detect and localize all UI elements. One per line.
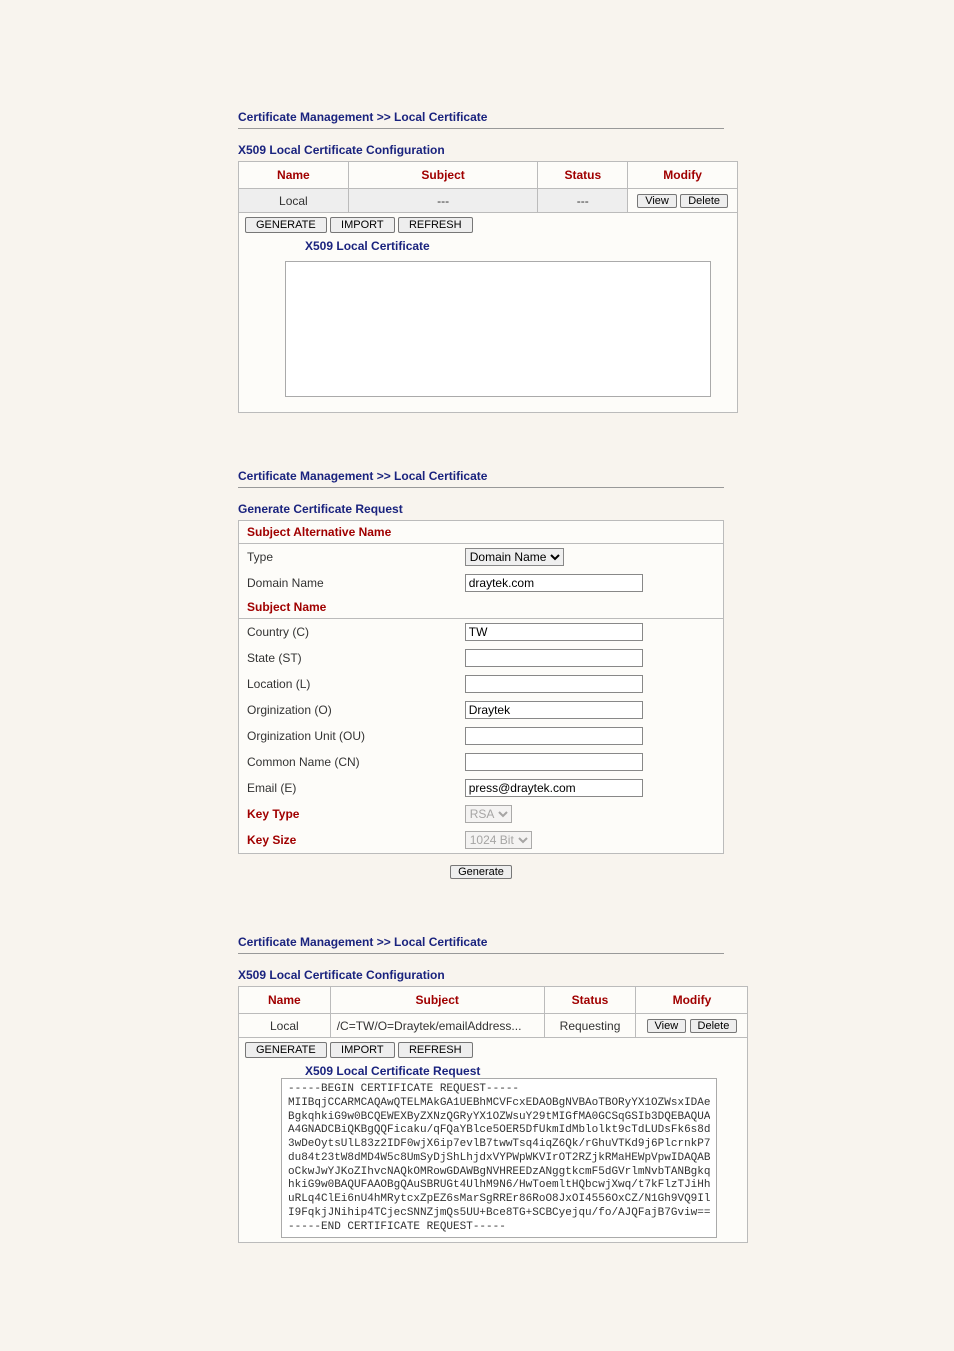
table-row: Local --- --- View Delete — [239, 189, 738, 213]
country-input[interactable] — [465, 623, 643, 641]
request-text: -----BEGIN CERTIFICATE REQUEST----- MIIB… — [288, 1083, 710, 1234]
cert-table-req: Name Subject Status Modify Local /C=TW/O… — [238, 986, 748, 1243]
generate-button[interactable]: GENERATE — [245, 1042, 327, 1058]
cert-table: Name Subject Status Modify Local --- ---… — [238, 161, 738, 413]
type-select[interactable]: Domain Name — [465, 548, 564, 566]
country-label: Country (C) — [239, 619, 457, 646]
action-row: GENERATE IMPORT REFRESH X509 Local Certi… — [239, 213, 738, 413]
divider — [238, 953, 724, 954]
type-label: Type — [239, 544, 457, 571]
cell-modify: View Delete — [636, 1014, 748, 1038]
import-button[interactable]: IMPORT — [330, 217, 395, 233]
loc-input[interactable] — [465, 675, 643, 693]
dn-label: Domain Name — [239, 570, 457, 596]
view-button[interactable]: View — [637, 194, 677, 208]
cn-input[interactable] — [465, 753, 643, 771]
cell-name: Local — [239, 1014, 331, 1038]
org-input[interactable] — [465, 701, 643, 719]
breadcrumb: Certificate Management >> Local Certific… — [238, 110, 724, 124]
keytype-label: Key Type — [239, 801, 457, 827]
email-label: Email (E) — [239, 775, 457, 801]
generate-form: Subject Alternative Name Type Domain Nam… — [238, 520, 724, 854]
view-button[interactable]: View — [647, 1019, 687, 1033]
cell-modify: View Delete — [628, 189, 738, 213]
generate-button[interactable]: GENERATE — [245, 217, 327, 233]
col-name: Name — [239, 987, 331, 1014]
keytype-select: RSA — [465, 805, 512, 823]
delete-button[interactable]: Delete — [690, 1019, 738, 1033]
col-modify: Modify — [628, 162, 738, 189]
divider — [238, 128, 724, 129]
cell-status: Requesting — [544, 1014, 636, 1038]
local-cert-title: X509 Local Certificate — [305, 239, 731, 253]
state-label: State (ST) — [239, 645, 457, 671]
cn-label: Common Name (CN) — [239, 749, 457, 775]
loc-label: Location (L) — [239, 671, 457, 697]
refresh-button[interactable]: REFRESH — [398, 1042, 473, 1058]
cert-textarea[interactable] — [285, 261, 711, 397]
cell-name: Local — [239, 189, 349, 213]
email-input[interactable] — [465, 779, 643, 797]
request-scrollbox[interactable]: -----BEGIN CERTIFICATE REQUEST----- MIIB… — [281, 1078, 717, 1238]
col-status: Status — [544, 987, 636, 1014]
action-row: GENERATE IMPORT REFRESH X509 Local Certi… — [239, 1038, 748, 1243]
table-row: Local /C=TW/O=Draytek/emailAddress... Re… — [239, 1014, 748, 1038]
import-button[interactable]: IMPORT — [330, 1042, 395, 1058]
delete-button[interactable]: Delete — [680, 194, 728, 208]
form-title: Generate Certificate Request — [238, 502, 724, 516]
request-title: X509 Local Certificate Request — [305, 1064, 741, 1078]
san-title: Subject Alternative Name — [239, 521, 724, 544]
col-status: Status — [538, 162, 628, 189]
keysize-select: 1024 Bit — [465, 831, 532, 849]
col-modify: Modify — [636, 987, 748, 1014]
section-title-config: X509 Local Certificate Configuration — [238, 143, 724, 157]
breadcrumb: Certificate Management >> Local Certific… — [238, 935, 724, 949]
org-label: Orginization (O) — [239, 697, 457, 723]
sn-title: Subject Name — [239, 596, 724, 619]
col-name: Name — [239, 162, 349, 189]
cell-subject: --- — [348, 189, 538, 213]
col-subject: Subject — [348, 162, 538, 189]
dn-input[interactable] — [465, 574, 643, 592]
state-input[interactable] — [465, 649, 643, 667]
generate-button[interactable]: Generate — [450, 865, 512, 879]
breadcrumb: Certificate Management >> Local Certific… — [238, 469, 724, 483]
refresh-button[interactable]: REFRESH — [398, 217, 473, 233]
section-title-config: X509 Local Certificate Configuration — [238, 968, 724, 982]
ou-input[interactable] — [465, 727, 643, 745]
ou-label: Orginization Unit (OU) — [239, 723, 457, 749]
cell-status: --- — [538, 189, 628, 213]
cell-subject: /C=TW/O=Draytek/emailAddress... — [330, 1014, 544, 1038]
col-subject: Subject — [330, 987, 544, 1014]
divider — [238, 487, 724, 488]
keysize-label: Key Size — [239, 827, 457, 854]
